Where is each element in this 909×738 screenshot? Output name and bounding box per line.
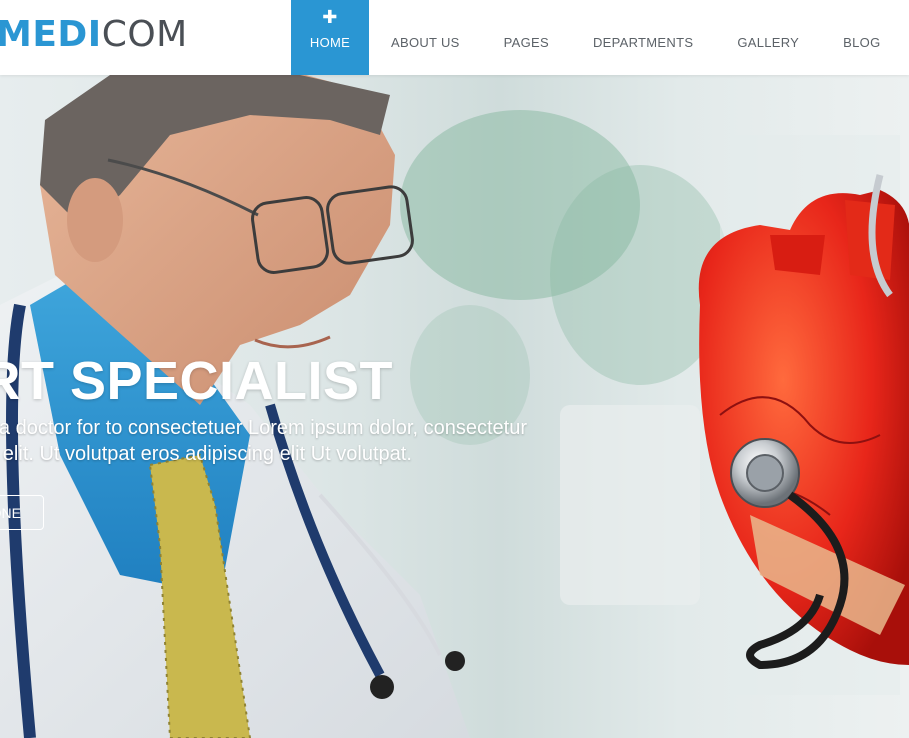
nav-label: DEPARTMENTS bbox=[592, 35, 694, 50]
nav-label: PAGES bbox=[503, 35, 549, 50]
site-header: MEDICOM ✚ HOME ABOUT US PAGES DEPARTMENT… bbox=[0, 0, 909, 75]
nav-item-shop[interactable]: SH bbox=[902, 0, 909, 75]
plus-icon: ✚ bbox=[322, 7, 338, 27]
hero-subtext: eed a doctor for to consectetuer Lorem i… bbox=[0, 415, 527, 467]
hero-subtext-line1: eed a doctor for to consectetuer Lorem i… bbox=[0, 417, 527, 439]
nav-label: BLOG bbox=[843, 35, 881, 50]
nav-item-pages[interactable]: PAGES bbox=[482, 0, 571, 75]
hero-cta-button[interactable]: ONE bbox=[0, 495, 44, 530]
nav-item-about-us[interactable]: ABOUT US bbox=[369, 0, 482, 75]
site-logo[interactable]: MEDICOM bbox=[0, 14, 188, 56]
logo-part-medi: MEDI bbox=[0, 14, 102, 55]
nav-item-home[interactable]: ✚ HOME bbox=[291, 0, 369, 75]
nav-item-gallery[interactable]: GALLERY bbox=[715, 0, 821, 75]
hero-subtext-line2: ng elit. Ut volutpat eros adipiscing eli… bbox=[0, 443, 412, 465]
nav-label: GALLERY bbox=[737, 35, 800, 50]
hero-headline: ART SPECIALIST bbox=[0, 351, 394, 411]
nav-item-departments[interactable]: DEPARTMENTS bbox=[571, 0, 715, 75]
logo-part-com: COM bbox=[101, 14, 188, 55]
main-nav: ✚ HOME ABOUT US PAGES DEPARTMENTS GALLER… bbox=[291, 0, 909, 75]
nav-label: ABOUT US bbox=[391, 35, 460, 50]
nav-label: HOME bbox=[309, 35, 351, 50]
nav-item-blog[interactable]: BLOG bbox=[821, 0, 902, 75]
hero-slider: ART SPECIALIST eed a doctor for to conse… bbox=[0, 75, 909, 738]
